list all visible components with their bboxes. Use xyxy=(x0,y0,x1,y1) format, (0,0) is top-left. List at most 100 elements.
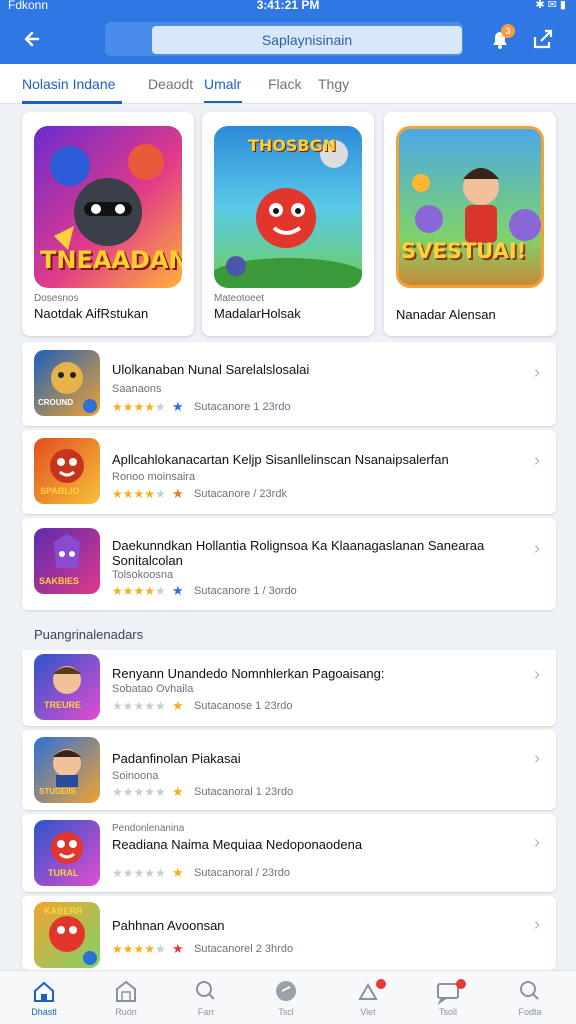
featured-game-art: SVESTUAI! xyxy=(396,126,544,288)
back-button[interactable] xyxy=(18,24,48,54)
app-icon: KABERR xyxy=(34,902,100,968)
nav-home[interactable]: Dhastl xyxy=(14,977,74,1021)
section-header: Puangrinalenadars xyxy=(22,618,556,650)
chevron-right-icon: › xyxy=(534,832,540,852)
nav-store[interactable]: Ruon xyxy=(96,977,156,1021)
nav-label: Dhastl xyxy=(31,1007,57,1017)
nav-label: Ruon xyxy=(115,1007,137,1017)
featured-title: Naotdak AifRstukan xyxy=(34,306,149,321)
featured-art-text: THOSBGN xyxy=(248,136,337,155)
nav-gifts[interactable]: Viet xyxy=(338,977,398,1021)
app-meta: Sutacanose 1 23rdo xyxy=(194,700,293,712)
tab-umalr-underline xyxy=(204,101,242,103)
app-meta: Sutacanore 1 23rdo xyxy=(194,401,291,413)
app-icon: TREURE xyxy=(34,654,100,720)
nav-label: Tsoll xyxy=(438,1007,457,1017)
chevron-right-icon: › xyxy=(534,748,540,768)
tab-flack[interactable]: Flack xyxy=(268,76,301,92)
star-rating: ★★★★★ xyxy=(112,866,166,880)
notification-dot xyxy=(456,979,466,989)
app-icon-text: TURAL xyxy=(48,868,79,878)
featured-game-art: THOSBGN xyxy=(214,126,362,288)
tab-umalr[interactable]: Umalr xyxy=(204,76,241,92)
section-title: Puangrinalenadars xyxy=(34,627,144,642)
hot-badge-icon: ★ xyxy=(172,486,184,501)
app-icon-text: SPABLIO xyxy=(40,486,80,496)
app-icon: TURAL xyxy=(34,820,100,886)
tab-nolasin-indane[interactable]: Nolasin Indane xyxy=(22,76,115,92)
app-title: Renyann Unandedo Nomnhlerkan Pagoaisang: xyxy=(112,666,385,681)
verified-badge-icon: ★ xyxy=(172,583,184,598)
featured-art-text: SVESTUAI! xyxy=(401,239,527,263)
category-tabs: Nolasin Indane Deaodt Umalr Flack Thgy xyxy=(0,64,576,104)
list-item[interactable]: SAKBIES Daekunndkan Hollantia Rolignsoa … xyxy=(22,518,556,610)
nav-games[interactable]: Tscl xyxy=(256,977,316,1021)
app-subtitle: Ronoo moinsaira xyxy=(112,471,196,483)
app-icon-text: KABERR xyxy=(44,906,83,916)
nav-label: Farr xyxy=(197,1007,215,1017)
featured-title: Nanadar Alensan xyxy=(396,307,496,322)
nav-label: Viet xyxy=(360,1007,376,1017)
app-icon: STUDEIIS xyxy=(34,737,100,803)
star-rating: ★★★★★ xyxy=(112,584,166,598)
app-bar: 3 xyxy=(0,14,576,64)
app-subtitle: Sobatao Ovhaila xyxy=(112,683,194,695)
list-item[interactable]: TURAL Pendonlenanina Readiana Naima Mequ… xyxy=(22,814,556,892)
battery-icon: ✱ ✉ ▮ xyxy=(535,0,566,11)
app-title: Ulolkanaban Nunal Sarelalslosalai xyxy=(112,362,310,377)
app-meta: Sutacanoral / 23rdo xyxy=(194,867,291,879)
list-item[interactable]: TREURE Renyann Unandedo Nomnhlerkan Pago… xyxy=(22,650,556,726)
bottom-navigation: Dhastl Ruon Farr Tscl Viet Tsoll Fodta xyxy=(0,970,576,1024)
list-item[interactable]: SPABLIO Apllcahlokanacartan Keljp Sisanl… xyxy=(22,430,556,514)
list-item[interactable]: CROUND Ulolkanaban Nunal Sarelalslosalai… xyxy=(22,342,556,426)
star-rating: ★★★★★ xyxy=(112,487,166,501)
back-arrow-icon xyxy=(24,31,40,47)
app-meta: Sutacanoral 1 23rdo xyxy=(194,786,294,798)
app-subtitle: Pendonlenanina xyxy=(112,823,185,834)
app-subtitle: Soinoona xyxy=(112,770,159,782)
search-input[interactable] xyxy=(152,26,462,54)
app-icon-text: TREURE xyxy=(44,700,82,710)
store-icon xyxy=(116,980,136,1002)
featured-game-art: TNEAADAN xyxy=(34,126,182,288)
active-tab-indicator xyxy=(22,101,122,104)
app-subtitle: Tolsokoosna xyxy=(112,569,174,581)
featured-carousel: TNEAADAN Dosesnos Naotdak AifRstukan THO… xyxy=(22,112,556,336)
home-icon xyxy=(34,981,54,1002)
app-title: Daekunndkan Hollantia Rolignsoa Ka Klaan… xyxy=(112,538,485,568)
chevron-right-icon: › xyxy=(534,538,540,558)
chevron-right-icon: › xyxy=(534,450,540,470)
chat-icon xyxy=(437,983,459,1005)
nav-search[interactable]: Farr xyxy=(176,977,236,1021)
featured-card[interactable]: TNEAADAN Dosesnos Naotdak AifRstukan xyxy=(22,112,194,336)
share-button[interactable] xyxy=(528,24,558,54)
app-icon: SAKBIES xyxy=(34,528,100,594)
nav-find[interactable]: Fodta xyxy=(500,977,560,1021)
app-meta: Sutacanore 1 / 3ordo xyxy=(194,585,297,597)
status-bar: Fdkonn 3:41:21 PM ✱ ✉ ▮ xyxy=(0,0,576,14)
app-icon: SPABLIO xyxy=(34,438,100,504)
star-rating: ★★★★★ xyxy=(112,400,166,414)
app-icon-text: STUDEIIS xyxy=(39,787,76,796)
nav-label: Fodta xyxy=(518,1007,542,1017)
list-item[interactable]: STUDEIIS Padanfinolan Piakasai Soinoona … xyxy=(22,730,556,810)
chevron-right-icon: › xyxy=(534,664,540,684)
featured-art-text: TNEAADAN xyxy=(40,246,182,274)
nav-messages[interactable]: Tsoll xyxy=(418,977,478,1021)
app-title: Apllcahlokanacartan Keljp Sisanllelinsca… xyxy=(112,452,449,467)
featured-subtitle: Mateotoeet xyxy=(214,293,265,304)
tab-deaodt[interactable]: Deaodt xyxy=(148,76,193,92)
featured-subtitle: Dosesnos xyxy=(34,293,79,304)
star-rating: ★★★★★ xyxy=(112,942,166,956)
app-title: Pahhnan Avoonsan xyxy=(112,918,225,933)
star-badge-icon: ★ xyxy=(172,698,184,713)
notification-dot xyxy=(376,979,386,989)
tab-thgy[interactable]: Thgy xyxy=(318,76,349,92)
featured-title: MadalarHolsak xyxy=(214,306,301,321)
gift-icon xyxy=(358,982,378,1000)
featured-card[interactable]: SVESTUAI! Nanadar Alensan xyxy=(384,112,556,336)
app-icon-text: CROUND xyxy=(38,398,74,407)
notifications-button[interactable]: 3 xyxy=(485,24,515,54)
list-item[interactable]: KABERR Pahhnan Avoonsan ★★★★★ ★ Sutacano… xyxy=(22,896,556,970)
featured-card[interactable]: THOSBGN Mateotoeet MadalarHolsak xyxy=(202,112,374,336)
